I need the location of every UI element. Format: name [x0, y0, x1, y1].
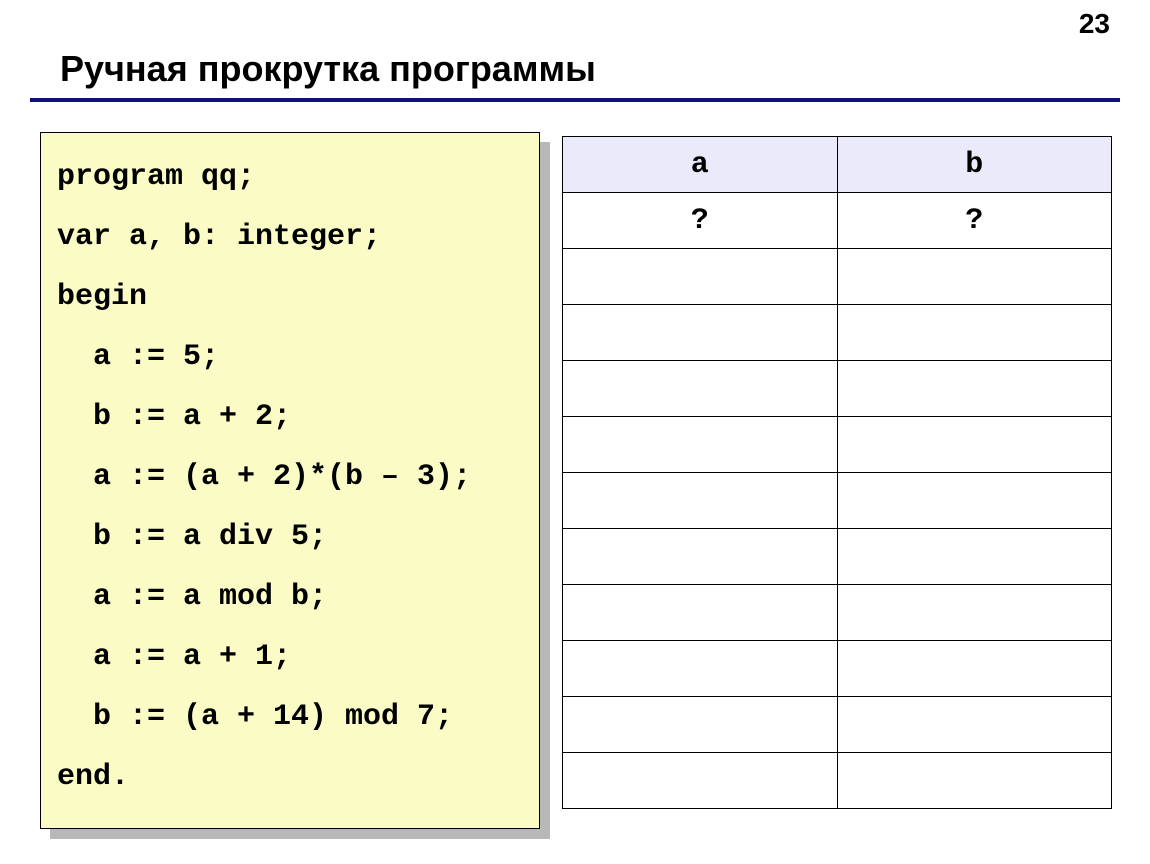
code-line-1: var a, b: integer; — [57, 220, 381, 254]
table-cell — [563, 641, 838, 697]
table-cell: ? — [837, 193, 1112, 249]
table-cell — [837, 529, 1112, 585]
page-number: 23 — [1079, 8, 1110, 40]
table-cell — [563, 697, 838, 753]
table-row — [563, 249, 1112, 305]
table-cell — [837, 473, 1112, 529]
table-header-b: b — [837, 137, 1112, 193]
table-cell — [563, 305, 838, 361]
table-cell — [563, 417, 838, 473]
table-row: ? ? — [563, 193, 1112, 249]
table-header-a: a — [563, 137, 838, 193]
code-box: program qq; var a, b: integer; begin a :… — [40, 132, 540, 829]
code-line-3: a := 5; — [57, 340, 219, 374]
code-line-7: a := a mod b; — [57, 580, 327, 614]
code-line-5: a := (a + 2)*(b – 3); — [57, 460, 471, 494]
table-row — [563, 473, 1112, 529]
code-line-9: b := (a + 14) mod 7; — [57, 700, 453, 734]
table-row — [563, 585, 1112, 641]
code-line-0: program qq; — [57, 160, 255, 194]
code-line-4: b := a + 2; — [57, 400, 291, 434]
table-cell — [837, 249, 1112, 305]
table-row — [563, 305, 1112, 361]
table-cell — [563, 249, 838, 305]
table-cell — [837, 641, 1112, 697]
table-cell — [837, 305, 1112, 361]
table-cell — [837, 585, 1112, 641]
table-cell — [563, 473, 838, 529]
code-line-8: a := a + 1; — [57, 640, 291, 674]
table-row — [563, 361, 1112, 417]
table-cell — [837, 417, 1112, 473]
table-row — [563, 641, 1112, 697]
table-cell: ? — [563, 193, 838, 249]
table-cell — [837, 753, 1112, 809]
slide-title: Ручная прокрутка программы — [60, 48, 596, 90]
table-cell — [837, 361, 1112, 417]
table-cell — [563, 585, 838, 641]
code-line-2: begin — [57, 280, 147, 314]
table-header-row: a b — [563, 137, 1112, 193]
table-cell — [563, 529, 838, 585]
table-cell — [563, 753, 838, 809]
trace-table: a b ? ? — [562, 136, 1112, 809]
table-cell — [837, 697, 1112, 753]
code-block: program qq; var a, b: integer; begin a :… — [40, 132, 540, 829]
table-row — [563, 529, 1112, 585]
code-line-6: b := a div 5; — [57, 520, 327, 554]
table-cell — [563, 361, 838, 417]
table-row — [563, 697, 1112, 753]
table-row — [563, 753, 1112, 809]
code-line-10: end. — [57, 760, 129, 794]
table-row — [563, 417, 1112, 473]
title-underline — [30, 98, 1120, 102]
